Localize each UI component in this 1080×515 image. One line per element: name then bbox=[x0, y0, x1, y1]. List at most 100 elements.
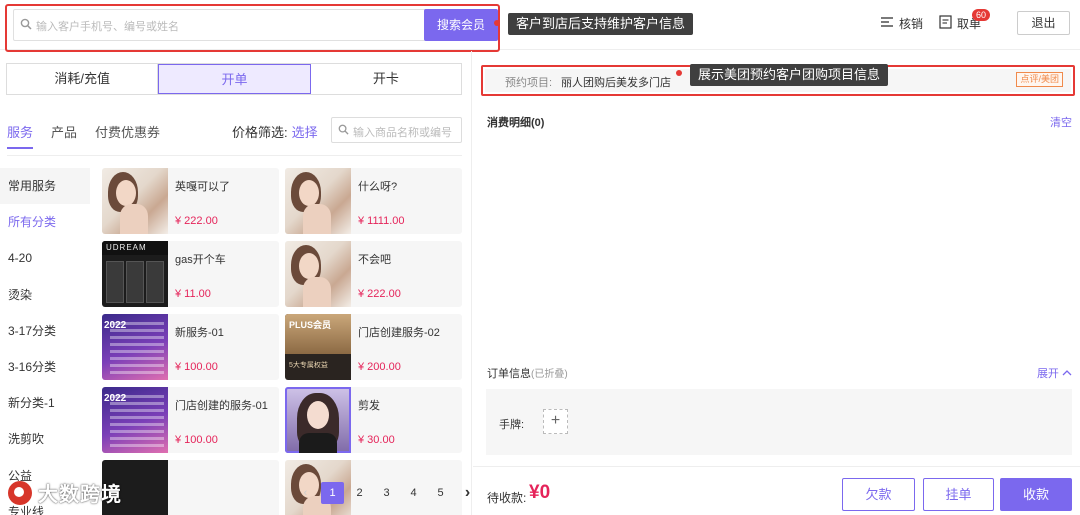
goods-thumbnail: 2022 bbox=[102, 387, 168, 453]
goods-price: ¥ 11.00 bbox=[175, 288, 211, 300]
hand-plate-label: 手牌: bbox=[499, 419, 525, 431]
thumb-year-text: 2022 bbox=[104, 393, 127, 404]
goods-search-input[interactable]: 输入商品名称或编号 bbox=[331, 117, 462, 143]
member-search-box[interactable]: 输入客户手机号、编号或姓名 搜索会员 bbox=[13, 9, 498, 41]
appointment-key: 预约项目: bbox=[505, 77, 553, 89]
clear-button[interactable]: 清空 bbox=[1050, 114, 1072, 130]
goods-thumbnail bbox=[285, 241, 351, 307]
callout-marker bbox=[494, 20, 500, 26]
verify-icon bbox=[880, 15, 894, 32]
order-info-label: 订单信息 bbox=[487, 368, 531, 380]
tab-services[interactable]: 服务 bbox=[7, 122, 34, 149]
goods-thumbnail bbox=[285, 387, 351, 453]
watermark: 大数跨境 bbox=[8, 478, 122, 507]
goods-name: gas开个车 bbox=[175, 254, 226, 266]
expand-label: 展开 bbox=[1036, 368, 1059, 380]
tab-open-card[interactable]: 开卡 bbox=[311, 64, 461, 94]
top-bar: 输入客户手机号、编号或姓名 搜索会员 客户到店后支持维护客户信息 核销 取单 6… bbox=[0, 0, 1080, 52]
goods-name: 门店创建服务-02 bbox=[358, 327, 440, 339]
chevron-up-icon bbox=[1062, 368, 1072, 380]
member-callout: 客户到店后支持维护客户信息 bbox=[508, 13, 694, 35]
credit-button[interactable]: 欠款 bbox=[842, 478, 915, 511]
page-button[interactable]: 4 bbox=[400, 482, 427, 504]
hand-plate-section: 手牌: + bbox=[486, 389, 1072, 455]
goods-card[interactable]: PLUS会员 5大专属权益 门店创建服务-02 ¥ 200.00 bbox=[285, 314, 462, 380]
search-icon bbox=[338, 124, 349, 138]
page-button[interactable]: 5 bbox=[427, 482, 454, 504]
member-search-highlight: 输入客户手机号、编号或姓名 搜索会员 bbox=[5, 4, 500, 52]
tab-paid-coupons[interactable]: 付费优惠券 bbox=[95, 122, 160, 149]
side-category-item[interactable]: 洗剪吹 bbox=[0, 421, 90, 457]
goods-grid: 英嘎可以了 ¥ 222.00 什么呀? ¥ 1111.00 UDREAM gas… bbox=[102, 168, 462, 515]
verify-button[interactable]: 核销 bbox=[880, 15, 923, 32]
goods-card[interactable]: 不会吧 ¥ 222.00 bbox=[285, 241, 462, 307]
goods-card[interactable]: 什么呀? ¥ 1111.00 bbox=[285, 168, 462, 234]
category-tabs: 服务 产品 付费优惠券 bbox=[7, 122, 160, 149]
pickup-order-button[interactable]: 取单 60 bbox=[939, 9, 991, 32]
thumb-year-text: 2022 bbox=[104, 320, 127, 331]
side-category-item[interactable]: 常用服务 bbox=[0, 168, 90, 205]
side-category-item[interactable]: 新分类-1 bbox=[0, 385, 90, 421]
goods-price: ¥ 100.00 bbox=[175, 434, 218, 446]
page-button[interactable]: 3 bbox=[373, 482, 400, 504]
goods-thumbnail bbox=[102, 168, 168, 234]
watermark-logo-icon bbox=[8, 480, 32, 505]
appointment-callout: 展示美团预约客户团购项目信息 bbox=[690, 64, 889, 86]
goods-price: ¥ 30.00 bbox=[358, 434, 395, 446]
tab-open-order[interactable]: 开单 bbox=[158, 64, 311, 94]
side-category-item[interactable]: 3-16分类 bbox=[0, 349, 90, 385]
mode-tabs: 消耗/充值 开单 开卡 bbox=[6, 63, 462, 95]
price-filter-select-link[interactable]: 选择 bbox=[292, 125, 318, 140]
goods-name: 门店创建的服务-01 bbox=[175, 400, 268, 412]
goods-name: 什么呀? bbox=[358, 181, 398, 193]
goods-price: ¥ 200.00 bbox=[358, 361, 401, 373]
page-button[interactable]: 1 bbox=[321, 482, 344, 504]
page-button[interactable]: 2 bbox=[346, 482, 373, 504]
consumption-detail-title: 消费明细(0) bbox=[487, 117, 545, 129]
prev-page-button[interactable]: ‹ bbox=[292, 482, 319, 504]
hold-order-button[interactable]: 挂单 bbox=[923, 478, 994, 511]
goods-card[interactable]: 英嘎可以了 ¥ 222.00 bbox=[102, 168, 279, 234]
goods-card[interactable] bbox=[102, 460, 279, 515]
expand-button[interactable]: 展开 bbox=[1037, 365, 1072, 381]
tab-products[interactable]: 产品 bbox=[51, 122, 77, 149]
member-search-placeholder[interactable]: 输入客户手机号、编号或姓名 bbox=[36, 18, 179, 34]
goods-price: ¥ 222.00 bbox=[175, 215, 218, 227]
goods-price: ¥ 222.00 bbox=[358, 288, 401, 300]
goods-card[interactable]: UDREAM gas开个车 ¥ 11.00 bbox=[102, 241, 279, 307]
thumb-brand-text: UDREAM bbox=[102, 241, 168, 255]
checkout-footer: 待收款: ¥0 欠款 挂单 收款 bbox=[473, 466, 1080, 515]
side-category-item[interactable]: 4-20 bbox=[0, 240, 90, 276]
callout-marker bbox=[676, 70, 682, 76]
goods-card[interactable]: 剪发 ¥ 30.00 bbox=[285, 387, 462, 453]
meituan-source-badge: 点评/美团 bbox=[1016, 72, 1063, 87]
search-member-button[interactable]: 搜索会员 bbox=[424, 9, 498, 41]
goods-card[interactable]: 2022 门店创建的服务-01 ¥ 100.00 bbox=[102, 387, 279, 453]
goods-thumbnail: PLUS会员 5大专属权益 bbox=[285, 314, 351, 380]
price-filter-label: 价格筛选: bbox=[232, 125, 288, 140]
goods-thumbnail: 2022 bbox=[102, 314, 168, 380]
goods-name: 英嘎可以了 bbox=[175, 181, 230, 193]
side-category-item[interactable]: 烫染 bbox=[0, 277, 90, 313]
tab-consume-recharge[interactable]: 消耗/充值 bbox=[7, 64, 159, 94]
goods-thumbnail bbox=[285, 168, 351, 234]
pickup-count-badge: 60 bbox=[972, 9, 991, 21]
goods-name: 新服务-01 bbox=[175, 327, 224, 339]
category-divider bbox=[7, 155, 462, 156]
goods-search-placeholder[interactable]: 输入商品名称或编号 bbox=[353, 124, 452, 140]
amount-due-value: ¥0 bbox=[529, 482, 551, 503]
search-icon bbox=[20, 18, 32, 33]
side-category-item[interactable]: 3-17分类 bbox=[0, 313, 90, 349]
logout-button[interactable]: 退出 bbox=[1017, 11, 1070, 35]
side-category-item[interactable]: 所有分类 bbox=[0, 204, 90, 240]
verify-label: 核销 bbox=[899, 17, 924, 31]
amount-due-label: 待收款: bbox=[487, 491, 527, 505]
document-icon bbox=[939, 15, 952, 32]
collect-payment-button[interactable]: 收款 bbox=[1000, 478, 1072, 511]
order-info-title: 订单信息(已折叠) bbox=[487, 365, 568, 381]
price-filter: 价格筛选: 选择 bbox=[232, 122, 318, 141]
goods-price: ¥ 1111.00 bbox=[358, 215, 405, 227]
goods-card[interactable]: 2022 新服务-01 ¥ 100.00 bbox=[102, 314, 279, 380]
goods-name: 剪发 bbox=[358, 400, 380, 412]
add-hand-plate-button[interactable]: + bbox=[543, 409, 568, 434]
